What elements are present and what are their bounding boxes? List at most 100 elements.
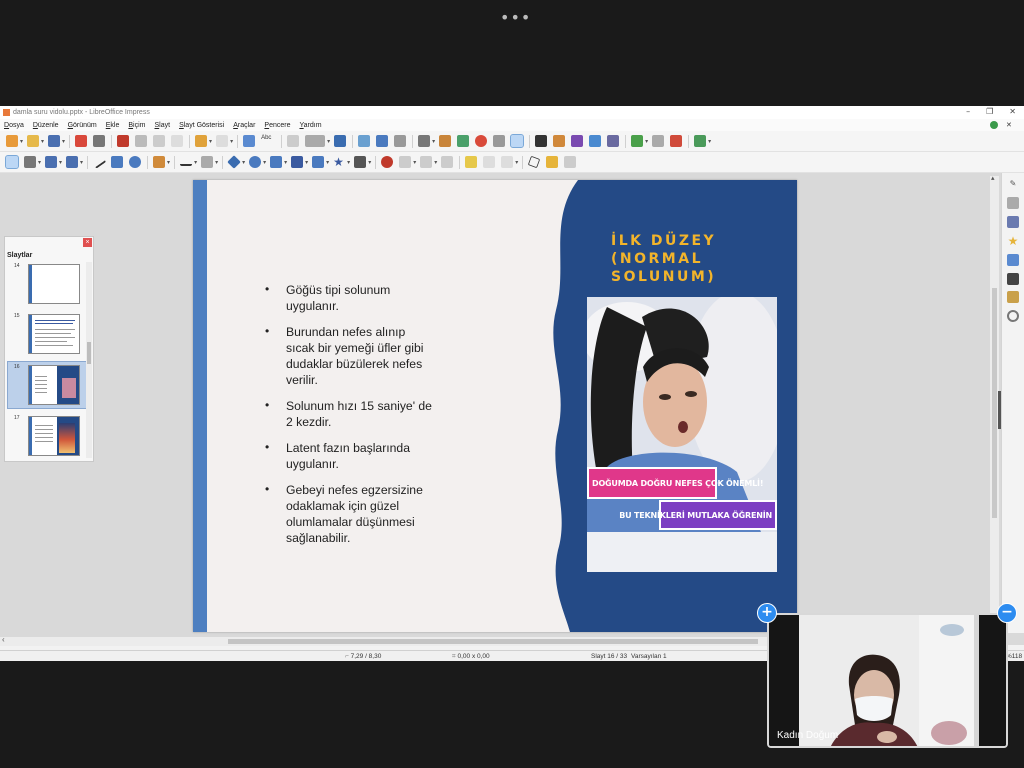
chevron-down-icon[interactable]: ▾: [20, 138, 23, 145]
properties-icon[interactable]: [1007, 197, 1019, 209]
select-pointer-icon[interactable]: [5, 155, 19, 169]
close-preview-icon[interactable]: [670, 135, 683, 147]
new-document-icon[interactable]: [6, 135, 18, 147]
chevron-down-icon[interactable]: ▾: [242, 159, 245, 166]
more-options-icon[interactable]: •••: [500, 8, 531, 27]
menu-slayt[interactable]: Slayt: [155, 122, 171, 129]
update-icon[interactable]: [990, 121, 998, 129]
shadow-icon[interactable]: [465, 156, 478, 168]
toggle-extrusion-icon[interactable]: [564, 156, 577, 168]
menu-araclar[interactable]: Araçlar: [233, 122, 255, 129]
chevron-down-icon[interactable]: ▾: [515, 159, 518, 166]
insert-chart-icon[interactable]: [694, 135, 707, 147]
glue-points-icon[interactable]: [546, 156, 559, 168]
maximize-button[interactable]: ❐: [986, 107, 993, 116]
slide-thumbnail[interactable]: 15: [8, 311, 86, 357]
slide-thumbnail[interactable]: 14: [8, 261, 86, 307]
zoom-level[interactable]: %118: [1006, 653, 1022, 660]
scroll-left-icon[interactable]: ‹: [2, 635, 5, 644]
close-panel-button[interactable]: ×: [83, 238, 92, 247]
new-slide-icon[interactable]: [394, 135, 407, 147]
save-icon[interactable]: [48, 135, 61, 147]
chevron-down-icon[interactable]: ▾: [368, 159, 371, 166]
gallery-icon[interactable]: [1007, 291, 1019, 303]
points-icon[interactable]: [528, 155, 541, 169]
presentation-view-icon[interactable]: [607, 135, 620, 147]
redo-icon[interactable]: [216, 135, 229, 147]
menu-bicim[interactable]: Biçim: [128, 122, 145, 129]
master-slides-icon[interactable]: [1007, 216, 1019, 228]
scrollbar-thumb[interactable]: [228, 639, 758, 644]
slide-thumbnail-selected[interactable]: 16: [7, 361, 87, 409]
display-grid-icon[interactable]: [510, 134, 525, 148]
chevron-down-icon[interactable]: ▾: [38, 159, 41, 166]
chart-icon[interactable]: [457, 135, 470, 147]
textbox-icon[interactable]: [535, 135, 548, 147]
animation-icon[interactable]: ★: [1007, 235, 1019, 247]
callouts-icon[interactable]: [312, 156, 325, 168]
line-color-icon[interactable]: [45, 156, 58, 168]
arrange-icon[interactable]: [420, 156, 433, 168]
stars-icon[interactable]: ★: [333, 156, 345, 168]
chevron-down-icon[interactable]: ▾: [432, 138, 435, 145]
cut-icon[interactable]: [117, 135, 130, 147]
open-folder-icon[interactable]: [27, 135, 40, 147]
crop-icon[interactable]: [483, 156, 496, 168]
close-document-icon[interactable]: ✕: [1006, 121, 1014, 129]
show-changes-icon[interactable]: [652, 135, 665, 147]
insert-frame-icon[interactable]: [589, 135, 602, 147]
chevron-down-icon[interactable]: ▾: [194, 159, 197, 166]
menu-slayt-gosterisi[interactable]: Slayt Gösterisi: [179, 122, 224, 129]
find-replace-icon[interactable]: [243, 135, 256, 147]
print-icon[interactable]: [93, 135, 106, 147]
chevron-down-icon[interactable]: ▾: [347, 159, 350, 166]
curve-icon[interactable]: [153, 156, 166, 168]
align-icon[interactable]: [399, 156, 412, 168]
start-first-slide-icon[interactable]: [358, 135, 371, 147]
start-current-slide-icon[interactable]: [376, 135, 389, 147]
menu-duzenle[interactable]: Düzenle: [33, 122, 59, 129]
chevron-down-icon[interactable]: ▾: [167, 159, 170, 166]
display-views-icon[interactable]: [305, 135, 326, 147]
grid-icon[interactable]: [287, 135, 300, 147]
scrollbar-thumb[interactable]: [992, 288, 997, 518]
line-icon[interactable]: [91, 155, 107, 169]
styles-icon[interactable]: [1007, 273, 1019, 285]
image-icon[interactable]: [439, 135, 452, 147]
arrow-line-icon[interactable]: [180, 159, 193, 166]
block-arrows-icon[interactable]: [270, 156, 283, 168]
export-pdf-icon[interactable]: [75, 135, 88, 147]
chevron-down-icon[interactable]: ▾: [263, 159, 266, 166]
zoom-icon[interactable]: [24, 156, 36, 168]
filter-icon[interactable]: [501, 156, 514, 168]
table-icon[interactable]: [418, 135, 431, 147]
navigator-icon[interactable]: [1007, 310, 1019, 322]
chevron-down-icon[interactable]: ▾: [62, 138, 65, 145]
basic-shapes-icon[interactable]: [227, 155, 241, 169]
minimize-button[interactable]: –: [966, 107, 970, 116]
rectangle-icon[interactable]: [111, 156, 124, 168]
ellipse-icon[interactable]: [129, 156, 142, 168]
slide-canvas[interactable]: İLK DÜZEY (NORMAL SOLUNUM) Göğüs tipi so…: [193, 180, 797, 632]
distribute-icon[interactable]: [441, 156, 454, 168]
paste-icon[interactable]: [153, 135, 166, 147]
menu-yardim[interactable]: Yardım: [299, 122, 321, 129]
menu-gorunum[interactable]: Görünüm: [68, 122, 97, 129]
chevron-down-icon[interactable]: ▾: [209, 138, 212, 145]
slide-thumbnail[interactable]: 17: [8, 413, 86, 459]
chevron-down-icon[interactable]: ▾: [708, 138, 711, 145]
insert-comment-icon[interactable]: [631, 135, 644, 147]
undo-icon[interactable]: [195, 135, 208, 147]
chevron-down-icon[interactable]: ▾: [59, 159, 62, 166]
chevron-down-icon[interactable]: ▾: [80, 159, 83, 166]
slide-transition-icon[interactable]: [1007, 254, 1019, 266]
spellcheck-icon[interactable]: Abc: [261, 135, 275, 147]
symbol-shapes-icon[interactable]: [249, 156, 262, 168]
copy-icon[interactable]: [135, 135, 148, 147]
scrollbar-thumb[interactable]: [87, 342, 91, 364]
minimize-video-button[interactable]: −: [997, 603, 1017, 623]
media-icon[interactable]: [475, 135, 488, 147]
menu-pencere[interactable]: Pencere: [264, 122, 290, 129]
fontwork-icon[interactable]: [571, 135, 584, 147]
slides-panel-scrollbar[interactable]: [86, 262, 92, 458]
